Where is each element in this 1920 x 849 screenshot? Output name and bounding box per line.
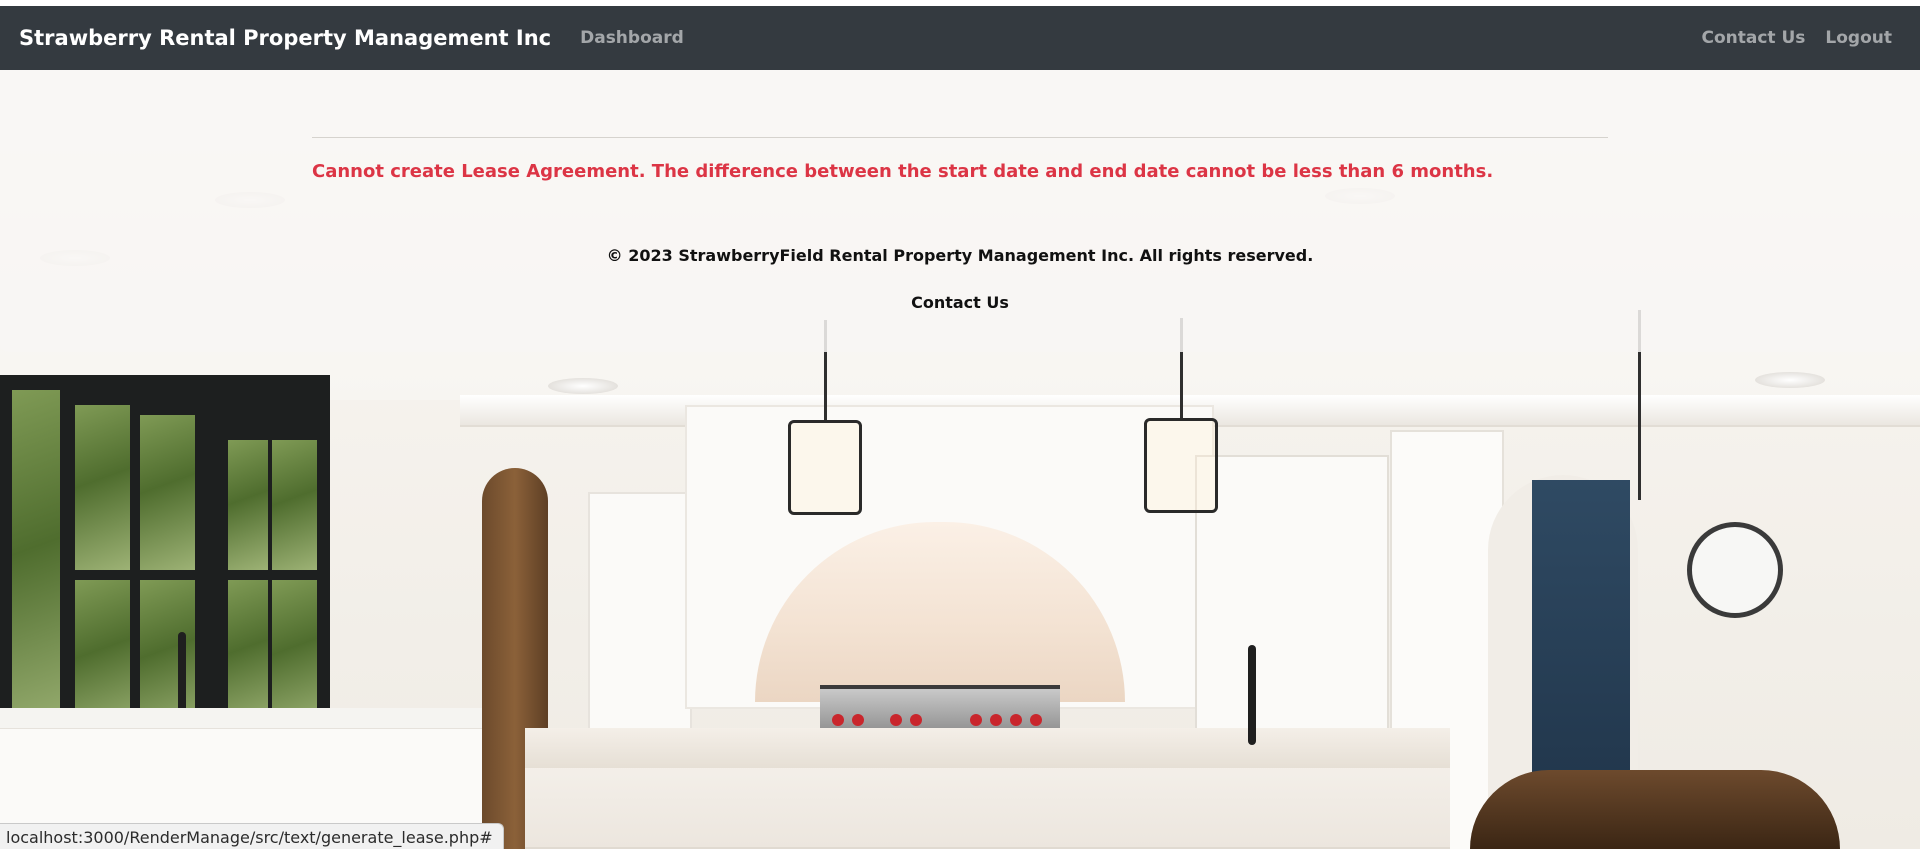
error-message: Cannot create Lease Agreement. The diffe… [312, 161, 1494, 182]
nav-right-group: Contact Us Logout [1702, 28, 1893, 48]
footer-copyright: © 2023 StrawberryField Rental Property M… [606, 246, 1314, 265]
nav-logout-link[interactable]: Logout [1825, 28, 1892, 48]
dining-table [1470, 770, 1840, 849]
range-stove [820, 685, 1060, 734]
nav-contact-link[interactable]: Contact Us [1702, 28, 1806, 48]
divider [312, 137, 1608, 138]
footer-contact: Contact Us [0, 293, 1920, 312]
footer-contact-link[interactable]: Contact Us [911, 293, 1009, 312]
left-counter [0, 708, 500, 728]
brand-link[interactable]: Strawberry Rental Property Management In… [19, 26, 551, 50]
kitchen-window [0, 375, 330, 755]
island-countertop [525, 728, 1450, 768]
content-card: Cannot create Lease Agreement. The diffe… [0, 70, 1920, 352]
island-faucet [1248, 645, 1256, 745]
pendant-light [1144, 418, 1218, 513]
ceiling-light [548, 378, 618, 394]
top-navbar: Strawberry Rental Property Management In… [0, 3, 1920, 70]
nav-dashboard-link[interactable]: Dashboard [580, 28, 684, 48]
ceiling-light [1755, 372, 1825, 388]
browser-status-bar: localhost:3000/RenderManage/src/text/gen… [0, 823, 504, 849]
wall-clock [1687, 522, 1783, 618]
pendant-light [788, 420, 862, 515]
